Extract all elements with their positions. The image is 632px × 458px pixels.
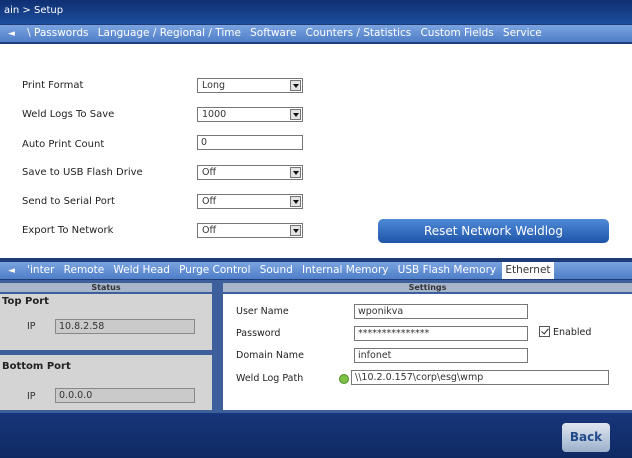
auto-print-count-value: 0 xyxy=(201,137,208,148)
auto-print-count-input[interactable]: 0 xyxy=(197,135,303,150)
print-format-select[interactable]: Long xyxy=(197,78,303,93)
tab-weld-head[interactable]: Weld Head xyxy=(110,262,173,279)
tab-remote[interactable]: Remote xyxy=(61,262,108,279)
tab-internal-memory[interactable]: Internal Memory xyxy=(299,262,392,279)
weld-logs-to-save-label: Weld Logs To Save xyxy=(22,109,115,120)
chevron-down-icon[interactable] xyxy=(290,196,301,207)
top-port-ip-label: IP xyxy=(27,321,36,332)
top-port-title: Top Port xyxy=(2,296,49,307)
domain-name-input[interactable]: infonet xyxy=(354,348,528,363)
bottom-port-ip-value: 0.0.0.0 xyxy=(59,390,93,401)
enabled-label: Enabled xyxy=(553,327,592,338)
domain-name-label: Domain Name xyxy=(236,350,304,361)
domain-name-value: infonet xyxy=(358,350,392,361)
password-label: Password xyxy=(236,328,281,339)
chevron-down-icon[interactable] xyxy=(290,80,301,91)
password-value: *************** xyxy=(358,328,430,339)
settings-header: Settings xyxy=(223,283,632,292)
title-bar: ain > Setup xyxy=(0,0,632,24)
chevron-down-icon[interactable] xyxy=(290,109,301,120)
top-port-ip-value: 10.8.2.58 xyxy=(59,321,105,332)
status-divider xyxy=(0,350,212,355)
tab-language-regional-time[interactable]: Language / Regional / Time xyxy=(95,25,244,42)
user-name-label: User Name xyxy=(236,306,289,317)
user-name-value: wponikva xyxy=(358,306,404,317)
reset-network-weldlog-button[interactable]: Reset Network Weldlog xyxy=(378,219,609,243)
connection-status-icon xyxy=(339,374,349,384)
tab-custom-fields[interactable]: Custom Fields xyxy=(417,25,496,42)
top-tab-bar: ◄ \ Passwords Language / Regional / Time… xyxy=(0,25,632,42)
password-input[interactable]: *************** xyxy=(354,326,528,341)
send-to-serial-label: Send to Serial Port xyxy=(22,196,115,207)
tab-software[interactable]: Software xyxy=(247,25,299,42)
send-to-serial-select[interactable]: Off xyxy=(197,194,303,209)
export-to-network-value: Off xyxy=(202,225,217,236)
weld-log-path-value: \\10.2.0.157\corp\esg\wmp xyxy=(355,372,484,383)
bottom-port-ip-field: 0.0.0.0 xyxy=(55,388,195,403)
auto-print-count-label: Auto Print Count xyxy=(22,139,105,150)
bottom-tab-bar: ◄ 'inter Remote Weld Head Purge Control … xyxy=(0,262,632,279)
save-to-usb-select[interactable]: Off xyxy=(197,165,303,180)
tab-purge-control[interactable]: Purge Control xyxy=(176,262,253,279)
tab-service[interactable]: Service xyxy=(500,25,545,42)
footer-bar xyxy=(0,413,632,458)
back-button[interactable]: Back xyxy=(562,423,610,452)
bottom-port-title: Bottom Port xyxy=(2,361,71,372)
user-name-input[interactable]: wponikva xyxy=(354,304,528,319)
bottom-port-ip-label: IP xyxy=(27,391,36,402)
tab-passwords[interactable]: \ Passwords xyxy=(24,25,91,42)
tab-counters-statistics[interactable]: Counters / Statistics xyxy=(303,25,415,42)
tab-sound[interactable]: Sound xyxy=(257,262,296,279)
top-port-ip-field: 10.8.2.58 xyxy=(55,319,195,334)
status-header: Status xyxy=(0,283,212,292)
print-format-label: Print Format xyxy=(22,80,84,91)
tabs-left-arrow-icon[interactable]: ◄ xyxy=(0,26,21,42)
export-to-network-label: Export To Network xyxy=(22,225,114,236)
send-to-serial-value: Off xyxy=(202,196,217,207)
export-to-network-select[interactable]: Off xyxy=(197,223,303,238)
save-to-usb-value: Off xyxy=(202,167,217,178)
enabled-checkbox[interactable] xyxy=(539,326,550,337)
tabs-left-arrow-icon[interactable]: ◄ xyxy=(0,263,21,279)
tab-ethernet[interactable]: Ethernet xyxy=(502,262,554,279)
print-format-value: Long xyxy=(202,80,225,91)
tab-usb-flash-memory[interactable]: USB Flash Memory xyxy=(395,262,499,279)
tab-printer[interactable]: 'inter xyxy=(24,262,57,279)
weld-log-path-label: Weld Log Path xyxy=(236,373,304,384)
chevron-down-icon[interactable] xyxy=(290,225,301,236)
chevron-down-icon[interactable] xyxy=(290,167,301,178)
save-to-usb-label: Save to USB Flash Drive xyxy=(22,167,143,178)
breadcrumb: ain > Setup xyxy=(4,5,64,16)
weld-log-path-input[interactable]: \\10.2.0.157\corp\esg\wmp xyxy=(351,370,609,385)
weld-logs-to-save-value: 1000 xyxy=(202,109,227,120)
weld-logs-to-save-select[interactable]: 1000 xyxy=(197,107,303,122)
